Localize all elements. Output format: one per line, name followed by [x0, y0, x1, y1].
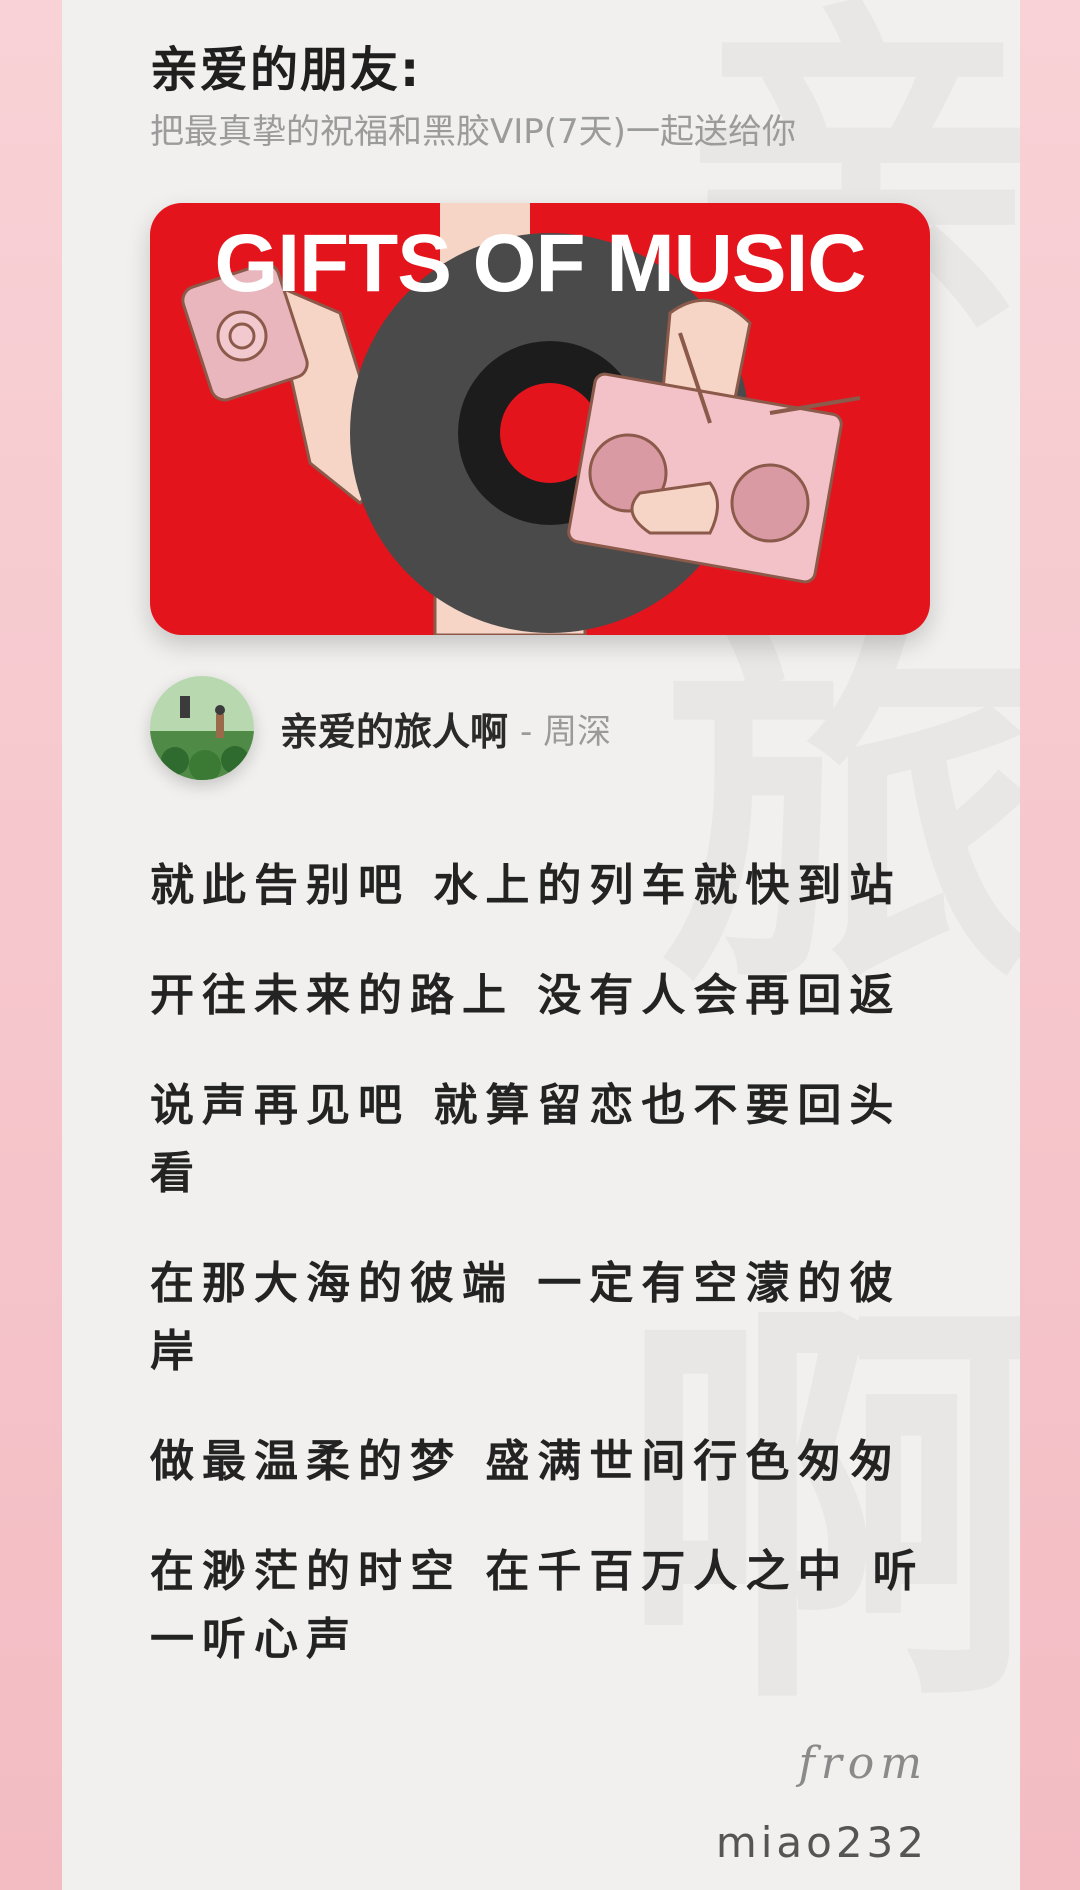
song-title: 亲爱的旅人啊 [280, 709, 509, 754]
lyric-line: 说声再见吧 就算留恋也不要回头看 [150, 1080, 902, 1199]
gift-card: 亲 旅 啊 亲爱的朋友: 把最真挚的祝福和黑胶VIP(7天)一起送给你 [62, 0, 1020, 1890]
lyrics-block: 就此告别吧 水上的列车就快到站 开往未来的路上 没有人会再回返 说声再见吧 就算… [150, 852, 940, 1716]
lyric-line: 就此告别吧 水上的列车就快到站 [150, 860, 902, 911]
album-cover-art [150, 676, 254, 780]
from-label: from [798, 1738, 928, 1789]
lyric-line: 在那大海的彼端 一定有空濛的彼岸 [150, 1258, 902, 1377]
lyric-line: 开往未来的路上 没有人会再回返 [150, 970, 902, 1021]
song-info[interactable]: 亲爱的旅人啊 - 周深 [150, 676, 611, 780]
song-artist: - 周深 [520, 711, 612, 752]
album-cover[interactable] [150, 676, 254, 780]
banner-title: GIFTS OF MUSIC [214, 218, 866, 309]
left-margin [0, 0, 62, 1890]
gift-banner[interactable]: GIFTS OF MUSIC [150, 203, 930, 635]
page-subtitle: 把最真挚的祝福和黑胶VIP(7天)一起送给你 [150, 112, 796, 152]
lyric-line: 在渺茫的时空 在千百万人之中 听一听心声 [150, 1546, 925, 1665]
lyric-line: 做最温柔的梦 盛满世间行色匆匆 [150, 1436, 902, 1487]
sender-name: miao232 [715, 1818, 928, 1867]
page-title: 亲爱的朋友: [150, 42, 422, 98]
right-margin [1018, 0, 1080, 1890]
